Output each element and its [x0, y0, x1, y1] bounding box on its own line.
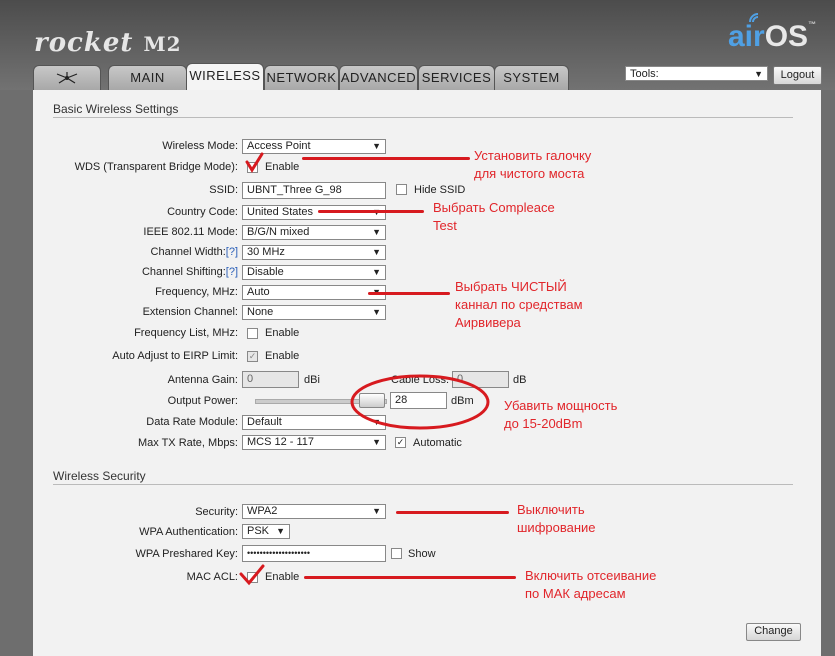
security-select[interactable]: WPA2 ▼	[242, 504, 386, 519]
wpa-preshared-key-input[interactable]: ••••••••••••••••••••	[242, 545, 386, 562]
channel-width-label: Channel Width:[?]	[150, 246, 238, 258]
cable-loss-label: Cable Loss:	[391, 374, 450, 386]
extension-channel-label: Extension Channel:	[142, 306, 238, 318]
auto-adjust-checkbox: ✓	[247, 351, 258, 362]
tab-wireless[interactable]: WIRELESS	[186, 63, 264, 91]
channel-width-select[interactable]: 30 MHz ▼	[242, 245, 386, 260]
country-code-label: Country Code:	[167, 206, 238, 218]
help-link[interactable]: [?]	[226, 246, 238, 258]
output-power-label: Output Power:	[167, 395, 238, 407]
annotation-stroke	[302, 157, 470, 160]
annotation-stroke	[304, 576, 516, 579]
annotation-note-5: Выключить шифрование	[517, 502, 596, 535]
max-tx-rate-select[interactable]: MCS 12 - 117 ▼	[242, 435, 386, 450]
annotation-note-1: Установить галочку для чистого моста	[474, 148, 592, 181]
tab-services[interactable]: SERVICES	[418, 65, 495, 90]
annotation-stroke	[368, 292, 450, 295]
wpa-authentication-label: WPA Authentication:	[139, 526, 238, 538]
auto-adjust-enable-label: Enable	[265, 350, 300, 362]
channel-shifting-select[interactable]: Disable ▼	[242, 265, 386, 280]
tab-main[interactable]: MAIN	[108, 65, 187, 90]
annotation-note-3: Выбрать ЧИСТЫЙ каннал по средствам Аирвиве…	[455, 279, 583, 330]
section-title-basic: Basic Wireless Settings	[53, 102, 179, 116]
chevron-down-icon: ▼	[372, 417, 381, 427]
chevron-down-icon: ▼	[372, 506, 381, 516]
hide-ssid-checkbox[interactable]	[396, 184, 407, 195]
cable-loss-unit: dB	[513, 374, 527, 386]
chevron-down-icon: ▼	[754, 69, 763, 79]
settings-panel	[33, 90, 821, 656]
antenna-gain-input: 0	[242, 371, 299, 388]
antenna-gain-label: Antenna Gain:	[167, 374, 238, 386]
tab-advanced[interactable]: ADVANCED	[339, 65, 418, 90]
automatic-label: Automatic	[413, 437, 462, 449]
channel-shifting-label: Channel Shifting:[?]	[141, 266, 238, 278]
wds-enable-label: Enable	[265, 161, 300, 173]
tab-network[interactable]: NETWORK	[264, 65, 339, 90]
wireless-mode-select[interactable]: Access Point ▼	[242, 139, 386, 154]
ubiquiti-logo-icon	[56, 72, 78, 84]
tools-select[interactable]: Tools: ▼	[625, 66, 768, 81]
extension-channel-select[interactable]: None ▼	[242, 305, 386, 320]
wireless-mode-label: Wireless Mode:	[162, 140, 238, 152]
annotation-note-4: Убавить мощность до 15-20dBm	[504, 398, 618, 431]
data-rate-module-label: Data Rate Module:	[146, 416, 238, 428]
chevron-down-icon: ▼	[372, 141, 381, 151]
logout-button[interactable]: Logout	[773, 66, 822, 85]
wds-label: WDS (Transparent Bridge Mode):	[74, 161, 238, 173]
frequency-list-checkbox[interactable]	[247, 328, 258, 339]
chevron-down-icon: ▼	[372, 307, 381, 317]
show-key-label: Show	[408, 548, 436, 560]
ieee-mode-label: IEEE 802.11 Mode:	[143, 226, 238, 238]
frequency-list-enable-label: Enable	[265, 327, 300, 339]
airos-logo: airOS™	[728, 20, 817, 53]
frequency-label: Frequency, MHz:	[155, 286, 238, 298]
automatic-checkbox[interactable]: ✓	[395, 437, 406, 448]
chevron-down-icon: ▼	[372, 437, 381, 447]
output-power-input[interactable]: 28	[390, 392, 447, 409]
ssid-label: SSID:	[209, 184, 238, 196]
mac-acl-enable-label: Enable	[265, 571, 300, 583]
tab-system[interactable]: SYSTEM	[494, 65, 569, 90]
cable-loss-input: 0	[452, 371, 509, 388]
frequency-select[interactable]: Auto▼	[242, 285, 386, 300]
change-button[interactable]: Change	[746, 623, 801, 641]
chevron-down-icon: ▼	[372, 267, 381, 277]
help-link[interactable]: [?]	[226, 266, 238, 278]
annotation-stroke	[318, 210, 424, 213]
ssid-input[interactable]: UBNT_Three G_98	[242, 182, 386, 199]
hide-ssid-label: Hide SSID	[414, 184, 466, 196]
mac-acl-checkbox[interactable]	[247, 572, 258, 583]
annotation-note-2: Выбрать Compleace Test	[433, 200, 555, 233]
annotation-note-6: Включить отсеивание по МАК адресам	[525, 568, 657, 601]
wpa-authentication-select[interactable]: PSK ▼	[242, 524, 290, 539]
divider	[53, 117, 793, 118]
chevron-down-icon: ▼	[372, 227, 381, 237]
max-tx-rate-label: Max TX Rate, Mbps:	[137, 437, 238, 449]
section-title-security: Wireless Security	[53, 469, 146, 483]
chevron-down-icon: ▼	[372, 247, 381, 257]
antenna-gain-unit: dBi	[304, 374, 320, 386]
tab-logo[interactable]	[33, 65, 101, 90]
security-label: Security:	[195, 506, 238, 518]
output-power-unit: dBm	[451, 395, 474, 407]
divider	[53, 484, 793, 485]
auto-adjust-label: Auto Adjust to EIRP Limit:	[112, 350, 238, 362]
annotation-stroke	[396, 511, 509, 514]
data-rate-module-select[interactable]: Default ▼	[242, 415, 386, 430]
wpa-preshared-key-label: WPA Preshared Key:	[135, 548, 238, 560]
mac-acl-label: MAC ACL:	[186, 571, 238, 583]
chevron-down-icon: ▼	[276, 526, 285, 536]
frequency-list-label: Frequency List, MHz:	[134, 327, 238, 339]
show-key-checkbox[interactable]	[391, 548, 402, 559]
output-power-slider-handle[interactable]	[359, 393, 385, 408]
wds-checkbox[interactable]	[247, 162, 258, 173]
product-logo: rocket M2	[34, 28, 182, 58]
ieee-mode-select[interactable]: B/G/N mixed ▼	[242, 225, 386, 240]
